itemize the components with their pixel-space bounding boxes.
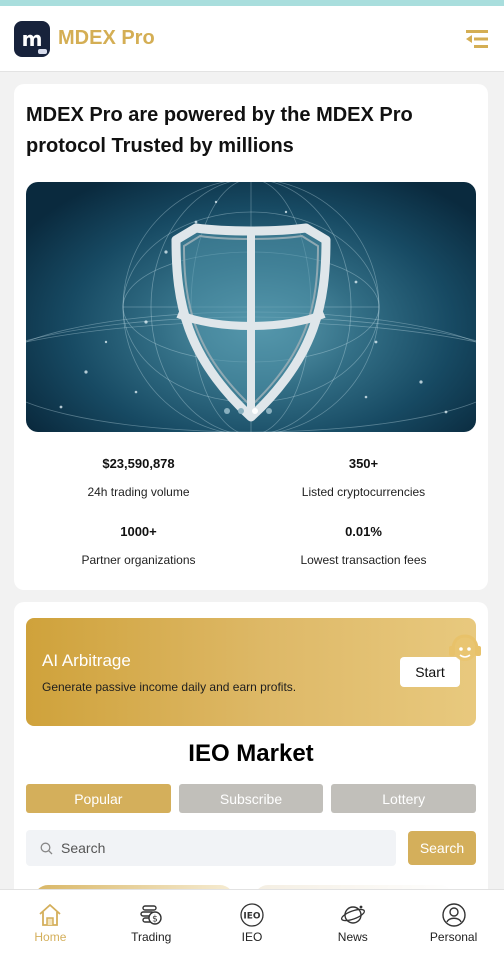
home-icon xyxy=(39,904,61,926)
stat-fees: 0.01% Lowest transaction fees xyxy=(251,524,476,567)
tab-lottery[interactable]: Lottery xyxy=(331,784,477,813)
nav-news[interactable]: News xyxy=(302,890,403,954)
nav-personal[interactable]: Personal xyxy=(403,890,504,954)
trading-icon: $ xyxy=(140,905,162,925)
stat-value: $23,590,878 xyxy=(102,456,175,471)
market-card: AI Arbitrage Generate passive income dai… xyxy=(14,602,488,905)
carousel-dot[interactable] xyxy=(266,408,272,414)
nav-label: Trading xyxy=(131,930,172,944)
nav-home[interactable]: Home xyxy=(0,890,101,954)
nav-ieo[interactable]: IEO IEO xyxy=(202,890,303,954)
ieo-tabs: Popular Subscribe Lottery xyxy=(26,784,477,813)
search-field[interactable] xyxy=(26,830,396,866)
tab-subscribe[interactable]: Subscribe xyxy=(178,784,324,813)
stat-value: 1000+ xyxy=(120,524,157,539)
stat-trading-volume: $23,590,878 24h trading volume xyxy=(26,456,251,499)
stat-label: Partner organizations xyxy=(81,553,196,567)
nav-label: IEO xyxy=(241,930,263,944)
ai-arbitrage-banner[interactable]: AI Arbitrage Generate passive income dai… xyxy=(26,618,476,726)
svg-text:$: $ xyxy=(152,915,158,925)
carousel-dot[interactable] xyxy=(224,408,230,414)
hero-headline: MDEX Pro are powered by the MDEX Pro pro… xyxy=(26,104,413,157)
search-button[interactable]: Search xyxy=(408,831,476,865)
ieo-market-title: IEO Market xyxy=(188,740,314,767)
app-logo[interactable]: m xyxy=(14,20,50,57)
brand-name[interactable]: MDEX Pro xyxy=(58,27,155,50)
tab-popular[interactable]: Popular xyxy=(26,784,171,813)
stat-partners: 1000+ Partner organizations xyxy=(26,524,251,567)
nav-label: News xyxy=(337,930,368,944)
nav-label: Personal xyxy=(429,930,478,944)
carousel-dot[interactable] xyxy=(238,408,244,414)
nav-label: Home xyxy=(34,930,67,944)
search-icon xyxy=(40,842,53,854)
stat-value: 350+ xyxy=(348,456,379,471)
shield-globe-icon xyxy=(26,182,476,432)
news-icon xyxy=(340,905,365,924)
logo-badge xyxy=(38,48,47,54)
stat-listed-cryptos: 350+ Listed cryptocurrencies xyxy=(251,456,476,499)
nav-trading[interactable]: $ Trading xyxy=(101,890,202,954)
carousel-indicators xyxy=(224,408,284,416)
header: m MDEX Pro xyxy=(0,6,504,72)
search-input[interactable] xyxy=(61,840,361,856)
menu-icon[interactable] xyxy=(466,28,488,50)
logo-letter: m xyxy=(21,26,43,51)
customer-support-icon[interactable] xyxy=(446,632,484,668)
stat-value: 0.01% xyxy=(345,524,382,539)
hero-card: MDEX Pro are powered by the MDEX Pro pro… xyxy=(14,84,488,590)
ai-arbitrage-subtitle: Generate passive income daily and earn p… xyxy=(42,680,297,694)
stat-label: 24h trading volume xyxy=(87,485,190,499)
hero-banner[interactable] xyxy=(26,182,476,432)
svg-text:IEO: IEO xyxy=(243,912,260,922)
personal-icon xyxy=(441,903,466,927)
stat-label: Lowest transaction fees xyxy=(300,553,427,567)
carousel-dot-active[interactable] xyxy=(252,408,258,414)
ieo-icon: IEO xyxy=(240,903,264,927)
stat-label: Listed cryptocurrencies xyxy=(301,485,426,499)
ai-arbitrage-title: AI Arbitrage xyxy=(42,651,131,670)
bottom-nav: Home $ Trading IEO IEO News Personal xyxy=(0,889,504,954)
